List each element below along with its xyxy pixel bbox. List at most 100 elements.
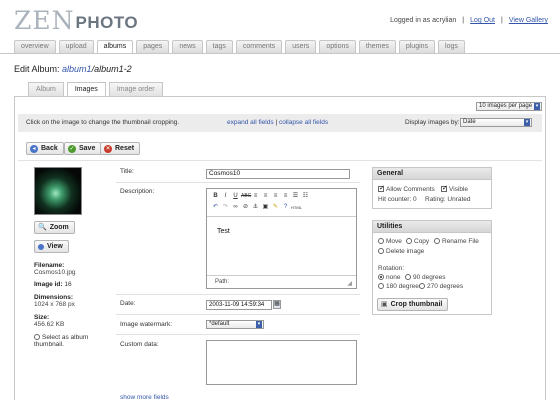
rot-270-radio[interactable] [419, 283, 425, 289]
rot-none-option[interactable]: none [378, 274, 400, 281]
allow-comments-checkbox[interactable] [378, 184, 385, 192]
tab-options[interactable]: options [319, 40, 356, 53]
watermark-select[interactable]: *default ▾ [206, 320, 264, 329]
copy-radio[interactable] [406, 238, 412, 244]
delete-option[interactable]: Delete image [378, 248, 424, 255]
tab-albums[interactable]: albums [96, 40, 134, 54]
eye-icon [38, 243, 44, 250]
tab-logs[interactable]: logs [438, 40, 465, 53]
crop-thumbnail-button[interactable]: ▣ Crop thumbnail [377, 298, 449, 311]
divider [116, 314, 360, 315]
align-right-icon[interactable]: ≡ [271, 192, 280, 201]
visible-checkbox[interactable] [441, 184, 448, 192]
album-thumb-option[interactable]: Select as album thumbnail. [34, 334, 104, 348]
tab-themes[interactable]: themes [358, 40, 396, 53]
calendar-icon[interactable]: ▦ [273, 300, 281, 309]
rot-180-radio[interactable] [378, 283, 384, 289]
copy-option[interactable]: Copy [406, 238, 429, 245]
page-title: Edit Album: album1/album1-2 [14, 64, 132, 74]
undo-icon[interactable]: ↶ [211, 203, 220, 212]
rot-90-label: 90 degrees [413, 274, 446, 281]
view-button[interactable]: View [34, 240, 69, 253]
allow-comments-label: Allow Comments [386, 186, 435, 193]
rot-90-radio[interactable] [405, 274, 411, 280]
title-prefix: Edit Album: [14, 64, 63, 74]
save-button[interactable]: ✓ Save [64, 142, 102, 155]
arrow-left-icon: ◂ [30, 144, 38, 153]
html-icon[interactable]: HTML [291, 203, 302, 212]
rot-none-label: none [386, 274, 401, 281]
custom-data-textarea[interactable] [206, 340, 357, 385]
tab-plugins[interactable]: plugins [398, 40, 436, 53]
align-center-icon[interactable]: ≡ [261, 192, 270, 201]
tab-comments[interactable]: comments [235, 40, 283, 53]
logout-link[interactable]: Log Out [470, 17, 495, 24]
reset-button[interactable]: ✕ Reset [100, 142, 141, 155]
anchor-icon[interactable]: ⚓ [251, 203, 260, 212]
unlink-icon[interactable]: ⊘ [241, 203, 250, 212]
parent-album-link[interactable]: album1 [62, 64, 92, 74]
image-thumbnail[interactable] [34, 167, 82, 215]
date-input[interactable]: 2003-11-09 14:59:34 [206, 300, 272, 310]
move-radio[interactable] [378, 238, 384, 244]
resize-handle-icon[interactable]: ◢ [347, 280, 352, 287]
rename-radio[interactable] [434, 238, 440, 244]
image-icon[interactable]: ▣ [261, 203, 270, 212]
display-by-value: Date [463, 119, 476, 125]
tab-news[interactable]: news [172, 40, 203, 53]
zoom-button[interactable]: 🔍 Zoom [34, 221, 75, 234]
subtab-image-order[interactable]: Image order [108, 82, 163, 96]
allow-comments-option[interactable]: Allow Comments [378, 184, 435, 193]
tab-tags[interactable]: tags [205, 40, 233, 53]
delete-radio[interactable] [378, 248, 384, 254]
tab-upload[interactable]: upload [58, 40, 94, 53]
rot-none-radio[interactable] [378, 274, 384, 280]
back-button[interactable]: ◂ Back [26, 142, 64, 155]
utilities-heading: Utilities [373, 221, 491, 233]
redo-icon[interactable]: ↷ [221, 203, 230, 212]
album-thumb-radio[interactable] [34, 334, 40, 340]
separator: | [501, 17, 503, 24]
bold-icon[interactable]: B [211, 192, 220, 201]
chevron-down-icon: ▾ [524, 119, 530, 126]
strikethrough-icon[interactable]: ABC [241, 192, 251, 201]
description-text[interactable]: Test [217, 228, 230, 235]
crop-icon: ▣ [381, 301, 388, 308]
expand-all-link[interactable]: expand all fields [227, 119, 274, 126]
underline-icon[interactable]: U [231, 192, 240, 201]
tab-overview[interactable]: overview [14, 40, 56, 53]
description-editor[interactable]: B I U ABC ≡ ≡ ≡ ≡ ☰ ☷ ↶ ↷ ∞ ⊘ ⚓ ▣ ✎ ? HT… [206, 188, 357, 289]
subtab-album[interactable]: Album [28, 82, 64, 96]
rot-180-option[interactable]: 180 degrees [378, 283, 422, 290]
link-icon[interactable]: ∞ [231, 203, 240, 212]
justify-icon[interactable]: ≡ [281, 192, 290, 201]
move-option[interactable]: Move [378, 238, 402, 245]
visible-option[interactable]: Visible [441, 184, 468, 193]
save-label: Save [79, 145, 96, 152]
rename-option[interactable]: Rename File [434, 238, 479, 245]
italic-icon[interactable]: I [221, 192, 230, 201]
field-toggle-links: expand all fields | collapse all fields [227, 119, 328, 126]
rot-270-option[interactable]: 270 degrees [419, 283, 463, 290]
tab-pages[interactable]: pages [136, 40, 170, 53]
view-gallery-link[interactable]: View Gallery [509, 17, 548, 24]
bullet-list-icon[interactable]: ☰ [291, 192, 300, 201]
images-per-page-select[interactable]: 10 images per page ▾ [476, 102, 542, 111]
cleanup-icon[interactable]: ✎ [271, 203, 280, 212]
help-icon[interactable]: ? [281, 203, 290, 212]
divider [116, 294, 360, 295]
tab-users[interactable]: users [285, 40, 317, 53]
editor-toolbar-row2: ↶ ↷ ∞ ⊘ ⚓ ▣ ✎ ? HTML [207, 202, 302, 213]
dimensions-value: 1024 x 768 px [34, 301, 75, 308]
description-label: Description: [120, 188, 155, 195]
subtab-images[interactable]: Images [66, 82, 106, 96]
rot-90-option[interactable]: 90 degrees [405, 274, 446, 281]
align-left-icon[interactable]: ≡ [251, 192, 260, 201]
title-input[interactable]: Cosmos10 [206, 169, 350, 179]
numbered-list-icon[interactable]: ☷ [301, 192, 310, 201]
separator: | [462, 17, 465, 24]
display-by-select[interactable]: Date ▾ [460, 118, 532, 127]
reset-label: Reset [115, 145, 135, 152]
dimensions-label: Dimensions: [34, 294, 74, 301]
collapse-all-link[interactable]: collapse all fields [279, 119, 328, 126]
